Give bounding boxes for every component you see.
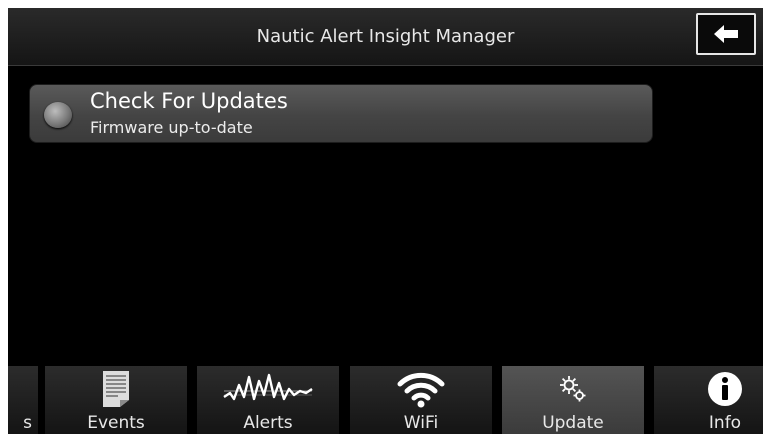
tab-events[interactable]: Events — [45, 366, 187, 434]
tab-bar: s Events Alerts WiFi Update Info — [8, 366, 763, 434]
list-item-subtitle: Firmware up-to-date — [90, 118, 253, 137]
back-button[interactable] — [696, 13, 756, 55]
tab-label: Update — [542, 413, 604, 433]
tab-label: Info — [708, 413, 742, 433]
tab-update[interactable]: Update — [502, 366, 644, 434]
device-screen: Nautic Alert Insight Manager Check For U… — [8, 8, 763, 434]
tab-label: s — [23, 413, 32, 433]
list-item-check-for-updates[interactable]: Check For Updates Firmware up-to-date — [29, 84, 653, 143]
tab-label: WiFi — [403, 413, 439, 433]
wifi-icon — [397, 372, 445, 408]
header-bar: Nautic Alert Insight Manager — [8, 8, 763, 66]
tab-label: Events — [87, 413, 145, 433]
tab-info[interactable]: Info — [654, 366, 763, 434]
list-item-title: Check For Updates — [90, 89, 288, 113]
waveform-icon — [223, 373, 313, 401]
page-title: Nautic Alert Insight Manager — [256, 26, 515, 47]
arrow-left-icon — [714, 25, 738, 43]
tab-partial[interactable]: s — [8, 366, 38, 434]
info-icon — [708, 372, 742, 406]
status-indicator-icon — [44, 102, 72, 128]
gears-icon — [560, 376, 586, 402]
document-icon — [103, 371, 129, 407]
tab-wifi[interactable]: WiFi — [350, 366, 492, 434]
tab-alerts[interactable]: Alerts — [197, 366, 339, 434]
tab-label: Alerts — [243, 413, 293, 433]
